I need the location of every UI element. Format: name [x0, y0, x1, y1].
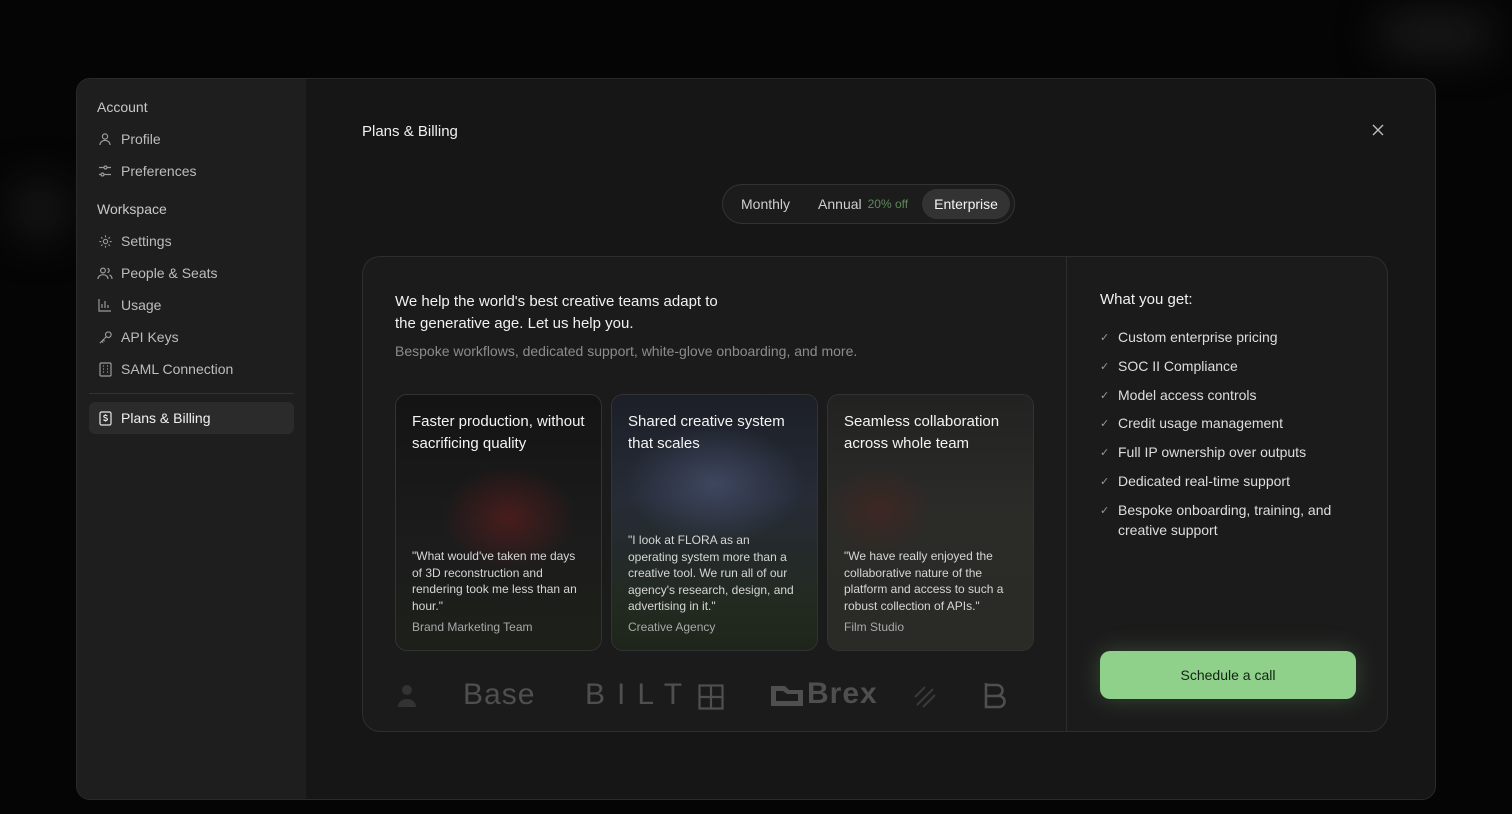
check-icon: ✓: [1100, 447, 1110, 460]
customer-logo-brex: Brex: [771, 677, 878, 711]
plan-option-monthly[interactable]: Monthly: [727, 189, 804, 219]
plan-option-annual[interactable]: Annual 20% off: [804, 189, 922, 219]
enterprise-overview: We help the world's best creative teams …: [363, 257, 1067, 731]
check-icon: ✓: [1100, 332, 1110, 344]
sidebar-item-label: Usage: [121, 297, 162, 313]
customer-logo: [913, 683, 937, 714]
customer-logo-base: Base: [463, 678, 536, 711]
plan-option-enterprise[interactable]: Enterprise: [922, 189, 1010, 219]
enterprise-subheadline: Bespoke workflows, dedicated support, wh…: [395, 343, 858, 359]
card-quote: "We have really enjoyed the collaborativ…: [844, 549, 1004, 613]
close-icon: [1372, 124, 1384, 136]
customer-logos: Base BILT Brex: [395, 671, 1035, 721]
testimonial-card: Shared creative system that scales "I lo…: [611, 394, 818, 651]
sidebar-item-profile[interactable]: Profile: [89, 123, 294, 155]
list-item: ✓ Bespoke onboarding, training, and creat…: [1100, 500, 1360, 540]
list-item: ✓ Dedicated real-time support: [1100, 471, 1360, 492]
stripes-mark-icon: [914, 686, 936, 708]
sliders-icon: [97, 163, 113, 179]
check-icon: ✓: [1100, 418, 1110, 431]
list-item: ✓ Credit usage management: [1100, 413, 1360, 434]
check-icon: ✓: [1100, 360, 1110, 373]
enterprise-headline: We help the world's best creative teams …: [395, 293, 718, 332]
check-icon: ✓: [1100, 504, 1110, 517]
benefit-label: SOC II Compliance: [1118, 357, 1238, 374]
b-mark-icon: [984, 683, 1006, 709]
card-title: Faster production, without sacrificing q…: [412, 413, 585, 452]
gear-icon: [97, 233, 113, 249]
list-item: ✓ SOC II Compliance: [1100, 356, 1360, 377]
page-title: Plans & Billing: [362, 123, 458, 140]
user-icon: [97, 131, 113, 147]
card-source: Film Studio: [844, 620, 905, 634]
benefit-label: Dedicated real-time support: [1118, 472, 1290, 489]
sidebar-item-people-seats[interactable]: People & Seats: [89, 257, 294, 289]
building-icon: [97, 361, 113, 377]
main-content: Plans & Billing Monthly Annual 20% off E…: [306, 79, 1435, 799]
dollar-file-icon: [97, 410, 113, 426]
sidebar-item-label: Preferences: [121, 163, 197, 179]
sidebar-item-api-keys[interactable]: API Keys: [89, 321, 294, 353]
card-quote: "I look at FLORA as an operating system …: [628, 533, 794, 614]
schedule-call-button[interactable]: Schedule a call: [1100, 651, 1356, 699]
card-source: Brand Marketing Team: [412, 620, 533, 634]
customer-logo-bilt: BILT: [585, 678, 695, 711]
customer-logo: [983, 681, 1009, 714]
benefit-label: Full IP ownership over outputs: [1118, 444, 1307, 461]
check-icon: ✓: [1100, 389, 1110, 402]
sidebar-item-label: People & Seats: [121, 265, 218, 281]
sidebar-item-settings[interactable]: Settings: [89, 225, 294, 257]
account-section-title: Account: [97, 99, 148, 115]
sidebar-divider: [89, 393, 294, 394]
plan-option-label: Annual: [818, 196, 862, 212]
plan-option-label: Enterprise: [934, 196, 998, 212]
benefit-label: Bespoke onboarding, training, and creati…: [1118, 501, 1332, 538]
customer-logo: [395, 683, 419, 714]
workspace-section-title: Workspace: [97, 201, 167, 217]
list-item: ✓ Full IP ownership over outputs: [1100, 442, 1360, 463]
settings-sidebar: Account Profile Preferences Workspace Se…: [77, 79, 306, 799]
benefit-label: Custom enterprise pricing: [1118, 329, 1278, 345]
plan-option-label: Monthly: [741, 196, 791, 212]
sidebar-item-label: Profile: [121, 131, 161, 147]
sidebar-item-usage[interactable]: Usage: [89, 289, 294, 321]
benefit-label: Credit usage management: [1118, 415, 1283, 432]
sidebar-item-label: SAML Connection: [121, 361, 234, 377]
sidebar-item-plans-billing[interactable]: Plans & Billing: [89, 402, 294, 434]
sidebar-item-label: Settings: [121, 233, 172, 249]
benefits-title: What you get:: [1100, 291, 1193, 308]
customer-logo-label: Brex: [807, 677, 878, 710]
grid-mark-icon: [698, 684, 724, 710]
brex-mark-icon: [771, 686, 803, 706]
plan-toggle: Monthly Annual 20% off Enterprise: [722, 184, 1015, 224]
enterprise-benefits: What you get: ✓ Custom enterprise pricing…: [1068, 257, 1387, 731]
card-title: Shared creative system that scales: [628, 413, 785, 452]
backdrop-blur: [1380, 14, 1490, 54]
list-item: ✓ Model access controls: [1100, 385, 1360, 406]
check-icon: ✓: [1100, 475, 1110, 488]
backdrop-blur: [10, 180, 70, 240]
sidebar-item-label: API Keys: [121, 329, 179, 345]
bar-chart-icon: [97, 297, 113, 313]
settings-modal: Account Profile Preferences Workspace Se…: [76, 78, 1436, 800]
card-quote: "What would've taken me days of 3D recon…: [412, 549, 577, 613]
close-button[interactable]: [1371, 123, 1387, 139]
customer-logo-grid: [698, 684, 724, 715]
benefit-label: Model access controls: [1118, 386, 1257, 403]
testimonial-card: Faster production, without sacrificing q…: [395, 394, 602, 651]
person-mark-icon: [398, 685, 416, 707]
testimonial-card: Seamless collaboration across whole team…: [827, 394, 1034, 651]
enterprise-panel: We help the world's best creative teams …: [362, 256, 1388, 732]
discount-badge: 20% off: [867, 197, 909, 211]
card-title: Seamless collaboration across whole team: [844, 413, 1000, 452]
card-source: Creative Agency: [628, 620, 716, 634]
sidebar-item-preferences[interactable]: Preferences: [89, 155, 294, 187]
sidebar-item-label: Plans & Billing: [121, 410, 211, 426]
users-icon: [97, 265, 113, 281]
sidebar-item-saml-connection[interactable]: SAML Connection: [89, 353, 294, 385]
benefits-list: ✓ Custom enterprise pricing ✓ SOC II Compl…: [1100, 327, 1360, 548]
list-item: ✓ Custom enterprise pricing: [1100, 327, 1360, 348]
key-icon: [97, 329, 113, 345]
